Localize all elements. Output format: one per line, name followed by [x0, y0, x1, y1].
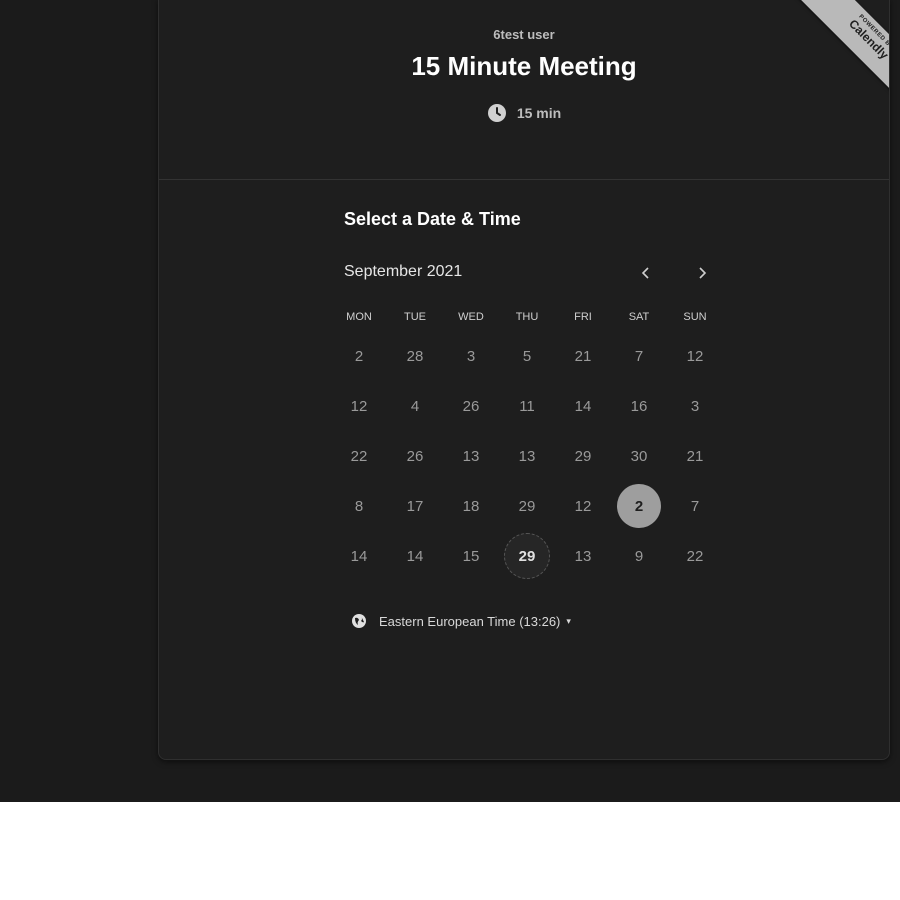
calendar-day-number: 9 — [634, 547, 644, 565]
calendar-day-number: 22 — [350, 447, 368, 465]
calendar-day-number: 28 — [406, 347, 424, 365]
calendar-day[interactable]: 18 — [443, 481, 499, 531]
globe-icon — [352, 614, 366, 628]
calendar-day-number: 4 — [410, 397, 420, 415]
calendar-day[interactable]: 22 — [667, 531, 723, 581]
calendar-day[interactable]: 7 — [667, 481, 723, 531]
calendar-day-number: 17 — [406, 497, 424, 515]
calendar-day[interactable]: 13 — [499, 431, 555, 481]
weekday-label: FRI — [574, 311, 592, 323]
calendar-day-number: 12 — [350, 397, 368, 415]
event-duration: 15 min — [159, 103, 889, 123]
month-label: September 2021 — [344, 263, 463, 280]
calendar-day-number: 13 — [462, 447, 480, 465]
weekday-header: MON TUE WED THU FRI SAT SUN — [331, 311, 723, 323]
calendar-day[interactable]: 30 — [611, 431, 667, 481]
calendar-day[interactable]: 29 — [499, 481, 555, 531]
calendar-day[interactable]: 14 — [331, 531, 387, 581]
calendar-day-number: 29 — [504, 533, 550, 579]
chevron-left-icon — [641, 267, 649, 279]
duration-label: 15 min — [516, 105, 562, 121]
calendar-day-number: 3 — [466, 347, 476, 365]
timezone-label: Eastern European Time (13:26) — [379, 613, 561, 629]
calendar-day-number: 2 — [617, 484, 661, 528]
calendar-day-number: 2 — [354, 347, 364, 365]
month-navigation: September 2021 — [344, 261, 714, 285]
event-header: 6test user 15 Minute Meeting 15 min — [159, 0, 889, 180]
calendar-day[interactable]: 4 — [387, 381, 443, 431]
weekday-label: SUN — [683, 311, 707, 323]
calendar-day-number: 14 — [574, 397, 592, 415]
booking-card: POWERED BY Calendly 6test user 15 Minute… — [158, 0, 890, 760]
calendar-day[interactable]: 14 — [387, 531, 443, 581]
calendar-day[interactable]: 2 — [331, 331, 387, 381]
calendar-day-number: 26 — [462, 397, 480, 415]
calendar-day[interactable]: 8 — [331, 481, 387, 531]
calendar-day[interactable]: 9 — [611, 531, 667, 581]
calendar-day-number: 13 — [574, 547, 592, 565]
calendar-day-number: 7 — [690, 497, 700, 515]
calendar-day-number: 16 — [630, 397, 648, 415]
calendar-day[interactable]: 13 — [555, 531, 611, 581]
calendar-day-number: 13 — [518, 447, 536, 465]
calendar-day-number: 21 — [574, 347, 592, 365]
event-title: 15 Minute Meeting — [411, 51, 637, 81]
calendar-day[interactable]: 26 — [443, 381, 499, 431]
calendar-day[interactable]: 13 — [443, 431, 499, 481]
weekday-label: THU — [515, 311, 539, 323]
calendar-day[interactable]: 28 — [387, 331, 443, 381]
host-name: 6test user — [493, 27, 555, 42]
calendar-day[interactable]: 17 — [387, 481, 443, 531]
calendar-day-number: 21 — [686, 447, 704, 465]
calendar-day[interactable]: 12 — [667, 331, 723, 381]
clock-icon — [487, 104, 506, 122]
calendar-day-number: 22 — [686, 547, 704, 565]
calendar-day[interactable]: 12 — [555, 481, 611, 531]
calendar-day-number: 11 — [519, 397, 535, 415]
calendar-day[interactable]: 3 — [667, 381, 723, 431]
calendar-day[interactable]: 11 — [499, 381, 555, 431]
weekday-label: SAT — [628, 311, 650, 323]
calendar-day-number: 30 — [630, 447, 648, 465]
calendar-day-number: 5 — [522, 347, 532, 365]
calendar-day[interactable]: 5 — [499, 331, 555, 381]
calendar-day-number: 29 — [574, 447, 592, 465]
calendar-day-number: 3 — [690, 397, 700, 415]
calendar-day-number: 15 — [462, 547, 480, 565]
calendar-day-number: 14 — [406, 547, 424, 565]
calendar-days-grid: 2 28 3 5 21 7 12 12 4 26 11 14 16 3 22 26 13 13 29 30 21 8 17 1… — [331, 331, 723, 581]
calendar-day[interactable]: 22 — [331, 431, 387, 481]
calendar-day[interactable]: 26 — [387, 431, 443, 481]
calendar-day-number: 12 — [686, 347, 704, 365]
calendar-day-number: 12 — [574, 497, 592, 515]
previous-month-button[interactable] — [634, 261, 658, 285]
calendar-day[interactable]: 12 — [331, 381, 387, 431]
calendar-day-number: 29 — [518, 497, 536, 515]
timezone-selector[interactable]: Eastern European Time (13:26) ▾ — [351, 613, 571, 629]
weekday-label: TUE — [404, 311, 426, 323]
calendar-day-number: 26 — [406, 447, 424, 465]
calendar-day[interactable]: 2 — [611, 481, 667, 531]
calendar-day[interactable]: 16 — [611, 381, 667, 431]
weekday-label: MON — [346, 311, 372, 323]
calendar-day-number: 7 — [634, 347, 644, 365]
calendar-day[interactable]: 14 — [555, 381, 611, 431]
select-date-title: Select a Date & Time — [344, 209, 521, 229]
calendar-day[interactable]: 29 — [499, 531, 555, 581]
weekday-label: WED — [458, 311, 484, 323]
chevron-right-icon — [699, 267, 707, 279]
calendar-day[interactable]: 21 — [667, 431, 723, 481]
calendar-day[interactable]: 29 — [555, 431, 611, 481]
calendar-day[interactable]: 3 — [443, 331, 499, 381]
calendar-day-number: 18 — [462, 497, 480, 515]
calendar-day[interactable]: 7 — [611, 331, 667, 381]
next-month-button[interactable] — [690, 261, 714, 285]
calendar-day-number: 14 — [350, 547, 368, 565]
calendar-day[interactable]: 21 — [555, 331, 611, 381]
calendar-day[interactable]: 15 — [443, 531, 499, 581]
calendar-day-number: 8 — [354, 497, 364, 515]
chevron-down-icon: ▾ — [566, 615, 571, 626]
